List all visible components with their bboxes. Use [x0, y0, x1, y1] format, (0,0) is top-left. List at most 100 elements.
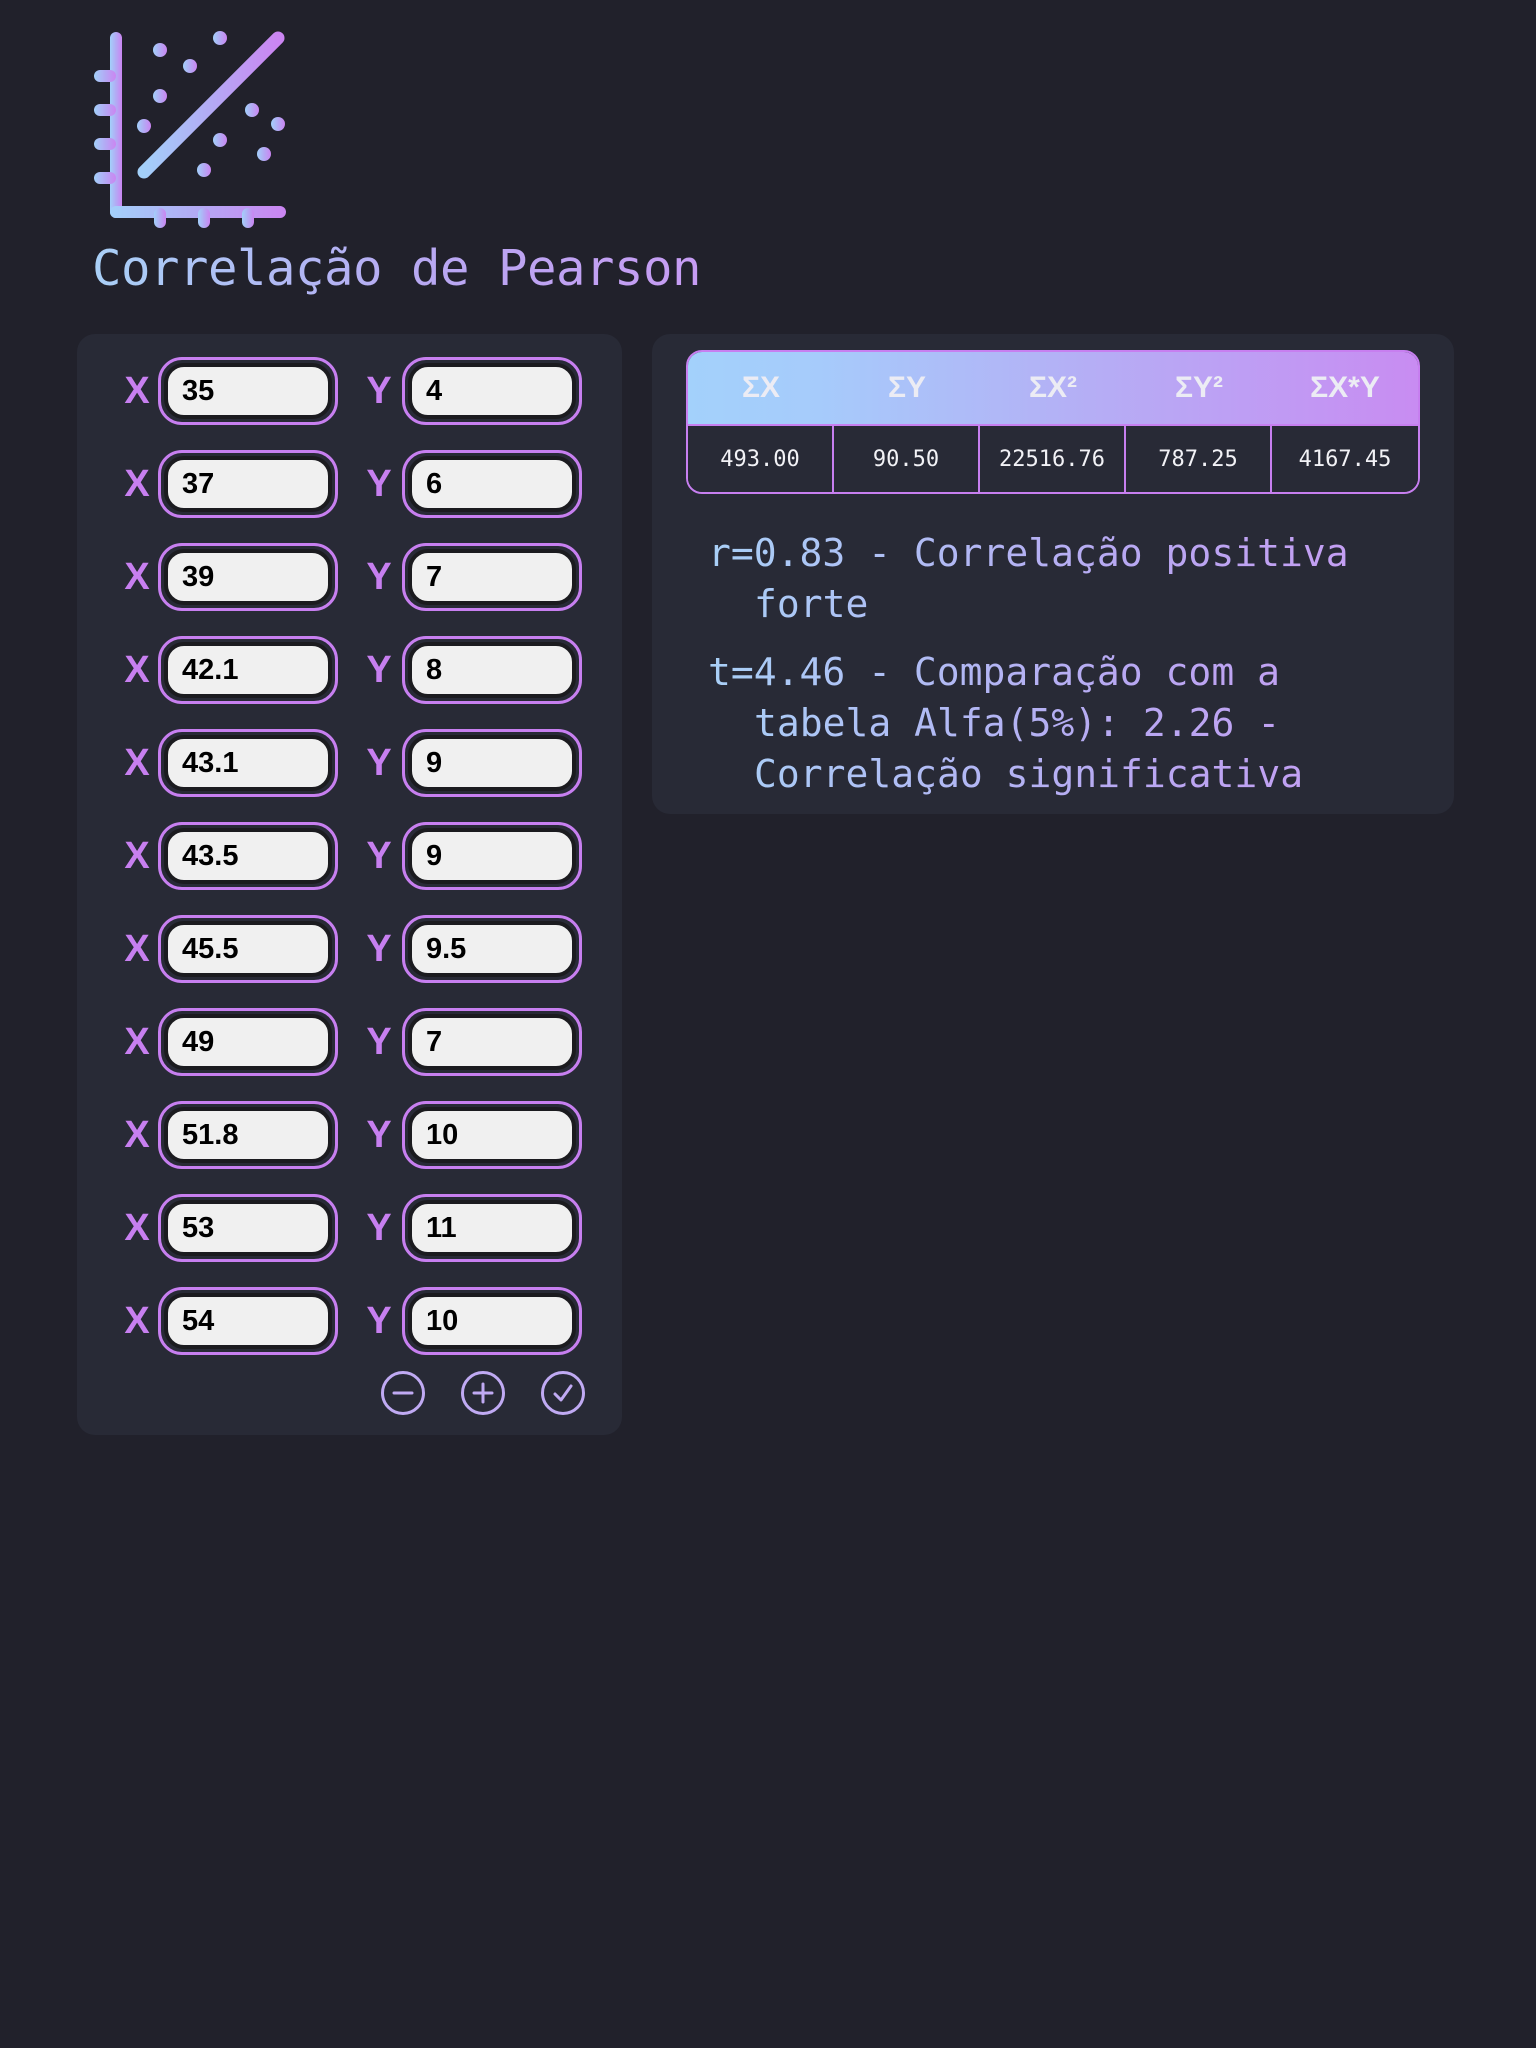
- x-field: [158, 822, 338, 890]
- x-field: [158, 543, 338, 611]
- data-row: X Y: [77, 822, 622, 890]
- sums-header-row: ΣX ΣY ΣX² ΣY² ΣX*Y: [688, 352, 1418, 426]
- y-label: Y: [366, 742, 392, 784]
- y-label: Y: [366, 370, 392, 412]
- y-label: Y: [366, 556, 392, 598]
- y-label: Y: [366, 928, 392, 970]
- sums-value-row: 493.00 90.50 22516.76 787.25 4167.45: [688, 426, 1418, 492]
- y-input[interactable]: [408, 735, 576, 791]
- x-input[interactable]: [164, 1293, 332, 1349]
- x-label: X: [124, 1021, 150, 1063]
- x-label: X: [124, 835, 150, 877]
- sum-y-value: 90.50: [834, 426, 980, 492]
- y-field: [402, 636, 582, 704]
- x-field: [158, 1101, 338, 1169]
- y-label: Y: [366, 835, 392, 877]
- data-row: X Y: [77, 357, 622, 425]
- y-label: Y: [366, 649, 392, 691]
- y-field: [402, 450, 582, 518]
- y-field: [402, 1008, 582, 1076]
- sum-xy-value: 4167.45: [1272, 426, 1418, 492]
- minus-circle-icon: [392, 1391, 414, 1395]
- y-field: [402, 729, 582, 797]
- y-input[interactable]: [408, 363, 576, 419]
- y-label: Y: [366, 463, 392, 505]
- add-row-button[interactable]: [461, 1371, 505, 1415]
- y-input[interactable]: [408, 1014, 576, 1070]
- sum-y2-value: 787.25: [1126, 426, 1272, 492]
- x-input[interactable]: [164, 1200, 332, 1256]
- correlation-result: r=0.83 - Correlação positiva forte: [708, 528, 1408, 630]
- data-input-panel: X Y X Y X Y X Y X Y X Y X Y X: [77, 334, 622, 1435]
- x-field: [158, 357, 338, 425]
- page-title: Correlação de Pearson: [92, 240, 702, 297]
- x-label: X: [124, 1300, 150, 1342]
- x-field: [158, 450, 338, 518]
- x-field: [158, 636, 338, 704]
- x-input[interactable]: [164, 828, 332, 884]
- y-input[interactable]: [408, 1293, 576, 1349]
- sum-xy-header: ΣX*Y: [1272, 352, 1418, 426]
- x-input[interactable]: [164, 642, 332, 698]
- data-row: X Y: [77, 915, 622, 983]
- scatter-plot-icon: [94, 31, 286, 228]
- remove-row-button[interactable]: [381, 1371, 425, 1415]
- data-row: X Y: [77, 543, 622, 611]
- data-row: X Y: [77, 1101, 622, 1169]
- data-row: X Y: [77, 450, 622, 518]
- y-label: Y: [366, 1114, 392, 1156]
- x-field: [158, 1287, 338, 1355]
- sum-y2-header: ΣY²: [1126, 352, 1272, 426]
- significance-result: t=4.46 - Comparação com a tabela Alfa(5%…: [708, 647, 1408, 800]
- y-input[interactable]: [408, 1107, 576, 1163]
- x-input[interactable]: [164, 1107, 332, 1163]
- y-field: [402, 915, 582, 983]
- data-row: X Y: [77, 1194, 622, 1262]
- x-label: X: [124, 649, 150, 691]
- sum-y-header: ΣY: [834, 352, 980, 426]
- sums-table: ΣX ΣY ΣX² ΣY² ΣX*Y 493.00 90.50 22516.76…: [686, 350, 1420, 494]
- sum-x2-value: 22516.76: [980, 426, 1126, 492]
- y-label: Y: [366, 1021, 392, 1063]
- check-circle-icon: [553, 1384, 573, 1402]
- data-row: X Y: [77, 1008, 622, 1076]
- y-field: [402, 543, 582, 611]
- x-label: X: [124, 928, 150, 970]
- y-input[interactable]: [408, 456, 576, 512]
- y-input[interactable]: [408, 1200, 576, 1256]
- y-field: [402, 357, 582, 425]
- x-field: [158, 915, 338, 983]
- data-row: X Y: [77, 636, 622, 704]
- data-row: X Y: [77, 1287, 622, 1355]
- y-input[interactable]: [408, 828, 576, 884]
- x-input[interactable]: [164, 1014, 332, 1070]
- x-label: X: [124, 1207, 150, 1249]
- x-label: X: [124, 742, 150, 784]
- y-field: [402, 822, 582, 890]
- y-input[interactable]: [408, 549, 576, 605]
- y-input[interactable]: [408, 921, 576, 977]
- x-input[interactable]: [164, 735, 332, 791]
- data-row: X Y: [77, 729, 622, 797]
- x-input[interactable]: [164, 363, 332, 419]
- x-label: X: [124, 370, 150, 412]
- y-label: Y: [366, 1207, 392, 1249]
- y-field: [402, 1287, 582, 1355]
- x-label: X: [124, 556, 150, 598]
- y-field: [402, 1101, 582, 1169]
- x-input[interactable]: [164, 549, 332, 605]
- plus-circle-icon: [472, 1382, 494, 1404]
- x-label: X: [124, 463, 150, 505]
- x-label: X: [124, 1114, 150, 1156]
- x-field: [158, 1008, 338, 1076]
- y-label: Y: [366, 1300, 392, 1342]
- y-input[interactable]: [408, 642, 576, 698]
- x-input[interactable]: [164, 921, 332, 977]
- x-input[interactable]: [164, 456, 332, 512]
- sum-x2-header: ΣX²: [980, 352, 1126, 426]
- calculate-button[interactable]: [541, 1371, 585, 1415]
- x-field: [158, 1194, 338, 1262]
- x-field: [158, 729, 338, 797]
- sum-x-header: ΣX: [688, 352, 834, 426]
- y-field: [402, 1194, 582, 1262]
